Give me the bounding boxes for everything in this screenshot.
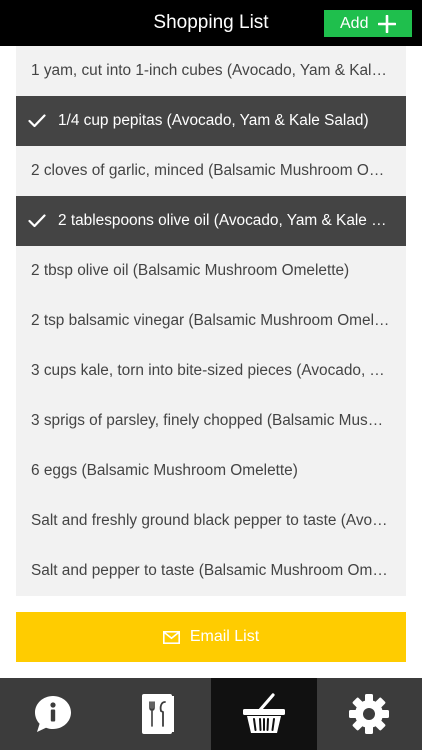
list-item-text: Salt and freshly ground black pepper to … xyxy=(31,512,406,529)
plus-icon xyxy=(378,14,397,33)
tab-recipes[interactable] xyxy=(106,678,212,750)
tab-info[interactable] xyxy=(0,678,106,750)
list-item[interactable]: 3 cups kale, torn into bite-sized pieces… xyxy=(16,346,406,396)
gear-icon xyxy=(349,694,390,734)
list-item-text: 2 tsp balsamic vinegar (Balsamic Mushroo… xyxy=(31,312,405,329)
list-item[interactable]: 3 sprigs of parsley, finely chopped (Bal… xyxy=(16,396,406,446)
tab-bar xyxy=(0,678,422,750)
add-button-label: Add xyxy=(340,14,369,32)
list-item-text: 3 cups kale, torn into bite-sized pieces… xyxy=(31,362,406,379)
tab-settings[interactable] xyxy=(317,678,422,750)
add-button[interactable]: Add xyxy=(324,10,412,37)
info-bubble-icon xyxy=(34,696,71,732)
list-item[interactable]: Salt and pepper to taste (Balsamic Mushr… xyxy=(16,546,406,596)
tab-shopping[interactable] xyxy=(211,678,317,750)
shopping-list: 1 yam, cut into 1-inch cubes (Avocado, Y… xyxy=(16,46,406,596)
list-item-text: 6 eggs (Balsamic Mushroom Omelette) xyxy=(31,462,298,479)
list-item-text: 1 yam, cut into 1-inch cubes (Avocado, Y… xyxy=(31,62,406,79)
envelope-icon xyxy=(162,630,180,644)
email-list-button[interactable]: Email List xyxy=(16,612,406,662)
basket-icon xyxy=(242,693,285,733)
list-item[interactable]: 6 eggs (Balsamic Mushroom Omelette) xyxy=(16,446,406,496)
list-item-text: 2 cloves of garlic, minced (Balsamic Mus… xyxy=(31,162,406,179)
app-header: Shopping List Add xyxy=(0,0,422,46)
recipe-book-icon xyxy=(142,694,175,734)
list-item-text: Salt and pepper to taste (Balsamic Mushr… xyxy=(31,562,406,579)
checkmark-icon xyxy=(16,214,58,228)
list-item[interactable]: 2 cloves of garlic, minced (Balsamic Mus… xyxy=(16,146,406,196)
list-item[interactable]: 1/4 cup pepitas (Avocado, Yam & Kale Sal… xyxy=(16,96,406,146)
list-item[interactable]: 2 tsp balsamic vinegar (Balsamic Mushroo… xyxy=(16,296,406,346)
checkmark-icon xyxy=(16,114,58,128)
list-item-text: 1/4 cup pepitas (Avocado, Yam & Kale Sal… xyxy=(58,112,369,129)
list-item-text: 2 tbsp olive oil (Balsamic Mushroom Omel… xyxy=(31,262,350,279)
list-item[interactable]: 1 yam, cut into 1-inch cubes (Avocado, Y… xyxy=(16,46,406,96)
list-item[interactable]: 2 tbsp olive oil (Balsamic Mushroom Omel… xyxy=(16,246,406,296)
list-item[interactable]: Salt and freshly ground black pepper to … xyxy=(16,496,406,546)
list-item[interactable]: 2 tablespoons olive oil (Avocado, Yam & … xyxy=(16,196,406,246)
list-item-text: 2 tablespoons olive oil (Avocado, Yam & … xyxy=(58,212,406,229)
list-item-text: 3 sprigs of parsley, finely chopped (Bal… xyxy=(31,412,406,429)
email-list-label: Email List xyxy=(189,628,260,645)
